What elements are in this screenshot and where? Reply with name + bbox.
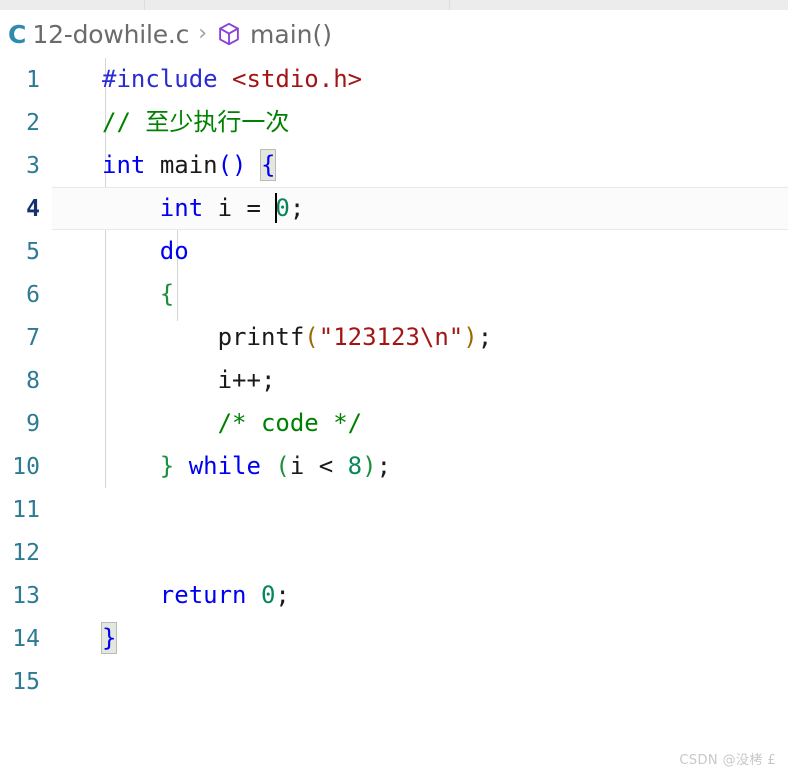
- line-number: 12: [12, 539, 40, 566]
- token-semicolon: ;: [275, 581, 290, 609]
- code-editor[interactable]: 1 #include <stdio.h> 2 // 至少执行一次 3 int m…: [0, 58, 788, 718]
- tab-strip: [0, 0, 788, 10]
- line-content: return 0;: [46, 574, 290, 617]
- token-semicolon: ;: [289, 194, 305, 222]
- token-close-brace: }: [159, 452, 175, 480]
- line-content: do: [46, 230, 189, 273]
- line-content: int i = 0;: [46, 187, 304, 230]
- token-assign: =: [246, 194, 261, 222]
- token-header: <stdio.h>: [232, 65, 363, 93]
- line-number: 15: [12, 668, 40, 695]
- code-line[interactable]: 8 i++;: [0, 359, 788, 402]
- token-semicolon: ;: [477, 323, 493, 351]
- token-comment: // 至少执行一次: [102, 108, 290, 136]
- chevron-right-icon: ›: [198, 21, 208, 46]
- code-line[interactable]: 6 {: [0, 273, 788, 316]
- line-number: 3: [26, 152, 40, 179]
- line-number: 1: [26, 66, 40, 93]
- line-number: 7: [26, 324, 40, 351]
- token-int: int: [159, 194, 204, 222]
- code-line[interactable]: 11: [0, 488, 788, 531]
- cube-icon: [216, 21, 242, 47]
- token-close-paren: ): [362, 452, 377, 480]
- token-increment: i++;: [217, 366, 276, 394]
- line-number: 14: [12, 625, 40, 652]
- c-language-icon: C: [8, 19, 27, 49]
- tab-strip-segment-3[interactable]: [450, 0, 788, 10]
- token-include: #include: [102, 65, 218, 93]
- csdn-watermark: CSDN @没栲 £: [679, 753, 776, 768]
- line-content: {: [46, 273, 174, 316]
- code-line-active[interactable]: 4 int i = 0;: [0, 187, 788, 230]
- code-line[interactable]: 12: [0, 531, 788, 574]
- line-content: int main() {: [46, 144, 277, 187]
- line-content: printf("123123\n");: [46, 316, 493, 359]
- line-number: 8: [26, 367, 40, 394]
- token-variable-i: i: [289, 452, 305, 480]
- code-line[interactable]: 13 return 0;: [0, 574, 788, 617]
- breadcrumb-file-label: 12-dowhile.c: [32, 19, 190, 49]
- line-number: 5: [26, 238, 40, 265]
- code-line[interactable]: 10 } while (i < 8);: [0, 445, 788, 488]
- token-variable-i: i: [217, 194, 233, 222]
- line-number: 11: [12, 496, 40, 523]
- line-content: #include <stdio.h>: [46, 58, 362, 101]
- token-close-paren: ): [463, 323, 478, 351]
- line-number: 10: [12, 453, 40, 480]
- code-line[interactable]: 9 /* code */: [0, 402, 788, 445]
- code-line[interactable]: 15: [0, 660, 788, 703]
- token-open-paren: (: [304, 323, 319, 351]
- token-do: do: [159, 237, 189, 265]
- editor-window: C 12-dowhile.c › main() 1 #include <stdi…: [0, 0, 788, 780]
- token-open-brace-matched: {: [259, 149, 277, 181]
- breadcrumb-symbol[interactable]: main(): [216, 20, 332, 49]
- code-line[interactable]: 14 }: [0, 617, 788, 660]
- line-number-active: 4: [26, 195, 40, 222]
- breadcrumb-file[interactable]: C 12-dowhile.c: [4, 20, 189, 49]
- code-line[interactable]: 5 do: [0, 230, 788, 273]
- token-while: while: [188, 452, 261, 480]
- token-main: main: [159, 151, 218, 179]
- line-number: 9: [26, 410, 40, 437]
- token-parens: (): [217, 151, 247, 179]
- token-open-brace: {: [159, 280, 175, 308]
- token-int: int: [102, 151, 146, 179]
- code-line[interactable]: 2 // 至少执行一次: [0, 101, 788, 144]
- tab-strip-segment-2[interactable]: [145, 0, 450, 10]
- code-line[interactable]: 7 printf("123123\n");: [0, 316, 788, 359]
- token-semicolon: ;: [376, 452, 392, 480]
- line-content: } while (i < 8);: [46, 445, 391, 488]
- code-line[interactable]: 3 int main() {: [0, 144, 788, 187]
- line-content: }: [46, 617, 118, 660]
- line-number: 2: [26, 109, 40, 136]
- tab-strip-segment-1[interactable]: [0, 0, 145, 10]
- line-content: /* code */: [46, 402, 363, 445]
- line-number: 13: [12, 582, 40, 609]
- token-zero: 0: [260, 581, 276, 609]
- code-line[interactable]: 1 #include <stdio.h>: [0, 58, 788, 101]
- token-block-comment: /* code */: [217, 409, 363, 437]
- token-eight: 8: [347, 452, 363, 480]
- breadcrumb: C 12-dowhile.c › main(): [0, 10, 788, 58]
- line-content: // 至少执行一次: [46, 101, 289, 144]
- token-return: return: [159, 581, 247, 609]
- line-content: i++;: [46, 359, 276, 402]
- line-number: 6: [26, 281, 40, 308]
- token-printf: printf: [217, 323, 305, 351]
- token-string: "123123\n": [318, 323, 464, 351]
- breadcrumb-symbol-label: main(): [250, 19, 333, 49]
- token-open-paren: (: [275, 452, 290, 480]
- token-zero: 0: [275, 194, 290, 222]
- token-close-brace-matched: }: [100, 622, 118, 654]
- token-less-than: <: [318, 452, 334, 480]
